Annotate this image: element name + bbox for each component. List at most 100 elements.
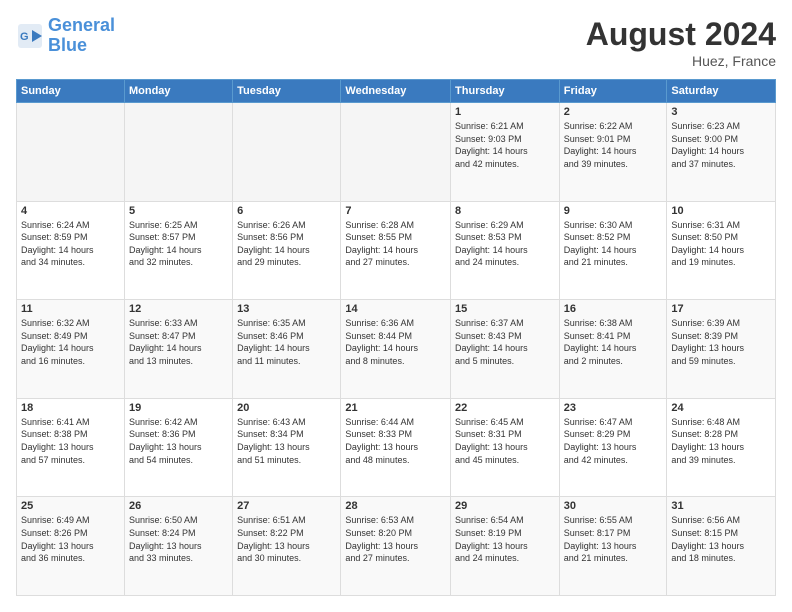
calendar-cell-w2-d2: 6Sunrise: 6:26 AM Sunset: 8:56 PM Daylig… [233, 201, 341, 300]
day-info: Sunrise: 6:23 AM Sunset: 9:00 PM Dayligh… [671, 120, 771, 170]
day-info: Sunrise: 6:35 AM Sunset: 8:46 PM Dayligh… [237, 317, 336, 367]
week-row-4: 18Sunrise: 6:41 AM Sunset: 8:38 PM Dayli… [17, 398, 776, 497]
calendar-cell-w5-d0: 25Sunrise: 6:49 AM Sunset: 8:26 PM Dayli… [17, 497, 125, 596]
day-number: 24 [671, 402, 771, 414]
day-info: Sunrise: 6:54 AM Sunset: 8:19 PM Dayligh… [455, 514, 555, 564]
day-info: Sunrise: 6:25 AM Sunset: 8:57 PM Dayligh… [129, 219, 228, 269]
day-info: Sunrise: 6:39 AM Sunset: 8:39 PM Dayligh… [671, 317, 771, 367]
calendar-cell-w3-d4: 15 Sunrise: 6:37 AM Sunset: 8:43 PM Dayli… [451, 300, 560, 399]
day-info: Sunrise: 6:37 AM Sunset: 8:43 PM Dayligh… [455, 317, 555, 367]
calendar-header: Sunday Monday Tuesday Wednesday Thursday… [17, 80, 776, 103]
day-info: Sunrise: 6:22 AM Sunset: 9:01 PM Dayligh… [564, 120, 663, 170]
day-info: Sunrise: 6:32 AM Sunset: 8:49 PM Dayligh… [21, 317, 120, 367]
day-number: 17 [671, 303, 771, 315]
day-info: Sunrise: 6:38 AM Sunset: 8:41 PM Dayligh… [564, 317, 663, 367]
calendar-title: August 2024 [586, 16, 776, 53]
day-info: Sunrise: 6:43 AM Sunset: 8:34 PM Dayligh… [237, 416, 336, 466]
day-number: 26 [129, 500, 228, 512]
day-info: Sunrise: 6:26 AM Sunset: 8:56 PM Dayligh… [237, 219, 336, 269]
calendar-cell-w3-d5: 16 Sunrise: 6:38 AM Sunset: 8:41 PM Dayli… [559, 300, 667, 399]
calendar-body: 1 Sunrise: 6:21 AM Sunset: 9:03 PM Daylig… [17, 103, 776, 596]
calendar-cell-w1-d3 [341, 103, 451, 202]
calendar-cell-w4-d2: 20Sunrise: 6:43 AM Sunset: 8:34 PM Dayli… [233, 398, 341, 497]
day-info: Sunrise: 6:24 AM Sunset: 8:59 PM Dayligh… [21, 219, 120, 269]
day-number: 14 [345, 303, 446, 315]
day-number: 15 [455, 303, 555, 315]
day-number: 19 [129, 402, 228, 414]
day-info: Sunrise: 6:31 AM Sunset: 8:50 PM Dayligh… [671, 219, 771, 269]
calendar-cell-w4-d5: 23Sunrise: 6:47 AM Sunset: 8:29 PM Dayli… [559, 398, 667, 497]
header-saturday: Saturday [667, 80, 776, 103]
calendar-cell-w2-d3: 7Sunrise: 6:28 AM Sunset: 8:55 PM Daylig… [341, 201, 451, 300]
header-monday: Monday [124, 80, 232, 103]
day-number: 31 [671, 500, 771, 512]
day-number: 9 [564, 205, 663, 217]
calendar-cell-w5-d2: 27 Sunrise: 6:51 AM Sunset: 8:22 PM Dayli… [233, 497, 341, 596]
calendar-cell-w4-d3: 21Sunrise: 6:44 AM Sunset: 8:33 PM Dayli… [341, 398, 451, 497]
day-number: 2 [564, 106, 663, 118]
day-number: 29 [455, 500, 555, 512]
day-number: 13 [237, 303, 336, 315]
day-number: 12 [129, 303, 228, 315]
day-number: 5 [129, 205, 228, 217]
logo-line1: General [48, 15, 115, 35]
calendar-cell-w1-d4: 1 Sunrise: 6:21 AM Sunset: 9:03 PM Daylig… [451, 103, 560, 202]
calendar-cell-w4-d1: 19 Sunrise: 6:42 AM Sunset: 8:36 PM Dayli… [124, 398, 232, 497]
calendar-cell-w2-d4: 8 Sunrise: 6:29 AM Sunset: 8:53 PM Daylig… [451, 201, 560, 300]
logo: G General Blue [16, 16, 115, 56]
day-info: Sunrise: 6:21 AM Sunset: 9:03 PM Dayligh… [455, 120, 555, 170]
day-info: Sunrise: 6:48 AM Sunset: 8:28 PM Dayligh… [671, 416, 771, 466]
calendar-cell-w4-d4: 22 Sunrise: 6:45 AM Sunset: 8:31 PM Dayli… [451, 398, 560, 497]
calendar-cell-w5-d3: 28 Sunrise: 6:53 AM Sunset: 8:20 PM Dayli… [341, 497, 451, 596]
day-info: Sunrise: 6:42 AM Sunset: 8:36 PM Dayligh… [129, 416, 228, 466]
day-number: 21 [345, 402, 446, 414]
header-thursday: Thursday [451, 80, 560, 103]
calendar-cell-w1-d0 [17, 103, 125, 202]
calendar-cell-w1-d6: 3 Sunrise: 6:23 AM Sunset: 9:00 PM Daylig… [667, 103, 776, 202]
calendar-cell-w5-d1: 26Sunrise: 6:50 AM Sunset: 8:24 PM Dayli… [124, 497, 232, 596]
day-number: 8 [455, 205, 555, 217]
calendar-cell-w3-d3: 14Sunrise: 6:36 AM Sunset: 8:44 PM Dayli… [341, 300, 451, 399]
day-info: Sunrise: 6:51 AM Sunset: 8:22 PM Dayligh… [237, 514, 336, 564]
header-wednesday: Wednesday [341, 80, 451, 103]
day-number: 30 [564, 500, 663, 512]
day-info: Sunrise: 6:29 AM Sunset: 8:53 PM Dayligh… [455, 219, 555, 269]
day-info: Sunrise: 6:49 AM Sunset: 8:26 PM Dayligh… [21, 514, 120, 564]
calendar-cell-w3-d1: 12 Sunrise: 6:33 AM Sunset: 8:47 PM Dayli… [124, 300, 232, 399]
calendar-cell-w3-d6: 17 Sunrise: 6:39 AM Sunset: 8:39 PM Dayli… [667, 300, 776, 399]
calendar-cell-w1-d1 [124, 103, 232, 202]
day-info: Sunrise: 6:53 AM Sunset: 8:20 PM Dayligh… [345, 514, 446, 564]
day-number: 4 [21, 205, 120, 217]
calendar-cell-w4-d0: 18Sunrise: 6:41 AM Sunset: 8:38 PM Dayli… [17, 398, 125, 497]
day-number: 18 [21, 402, 120, 414]
day-number: 27 [237, 500, 336, 512]
week-row-5: 25Sunrise: 6:49 AM Sunset: 8:26 PM Dayli… [17, 497, 776, 596]
day-number: 7 [345, 205, 446, 217]
weekday-header-row: Sunday Monday Tuesday Wednesday Thursday… [17, 80, 776, 103]
calendar-cell-w1-d5: 2 Sunrise: 6:22 AM Sunset: 9:01 PM Daylig… [559, 103, 667, 202]
logo-text: General Blue [48, 16, 115, 56]
svg-text:G: G [20, 31, 29, 43]
day-number: 3 [671, 106, 771, 118]
calendar-cell-w2-d6: 10Sunrise: 6:31 AM Sunset: 8:50 PM Dayli… [667, 201, 776, 300]
day-number: 1 [455, 106, 555, 118]
day-info: Sunrise: 6:55 AM Sunset: 8:17 PM Dayligh… [564, 514, 663, 564]
day-number: 16 [564, 303, 663, 315]
day-info: Sunrise: 6:45 AM Sunset: 8:31 PM Dayligh… [455, 416, 555, 466]
calendar-cell-w2-d0: 4 Sunrise: 6:24 AM Sunset: 8:59 PM Daylig… [17, 201, 125, 300]
day-number: 28 [345, 500, 446, 512]
day-number: 23 [564, 402, 663, 414]
header-sunday: Sunday [17, 80, 125, 103]
calendar-cell-w4-d6: 24 Sunrise: 6:48 AM Sunset: 8:28 PM Dayli… [667, 398, 776, 497]
calendar-cell-w5-d4: 29 Sunrise: 6:54 AM Sunset: 8:19 PM Dayli… [451, 497, 560, 596]
week-row-3: 11Sunrise: 6:32 AM Sunset: 8:49 PM Dayli… [17, 300, 776, 399]
header-friday: Friday [559, 80, 667, 103]
page: G General Blue August 2024 Huez, France … [0, 0, 792, 612]
week-row-1: 1 Sunrise: 6:21 AM Sunset: 9:03 PM Daylig… [17, 103, 776, 202]
day-info: Sunrise: 6:33 AM Sunset: 8:47 PM Dayligh… [129, 317, 228, 367]
day-info: Sunrise: 6:30 AM Sunset: 8:52 PM Dayligh… [564, 219, 663, 269]
calendar-cell-w5-d6: 31Sunrise: 6:56 AM Sunset: 8:15 PM Dayli… [667, 497, 776, 596]
day-number: 22 [455, 402, 555, 414]
header-tuesday: Tuesday [233, 80, 341, 103]
calendar-cell-w2-d1: 5 Sunrise: 6:25 AM Sunset: 8:57 PM Daylig… [124, 201, 232, 300]
